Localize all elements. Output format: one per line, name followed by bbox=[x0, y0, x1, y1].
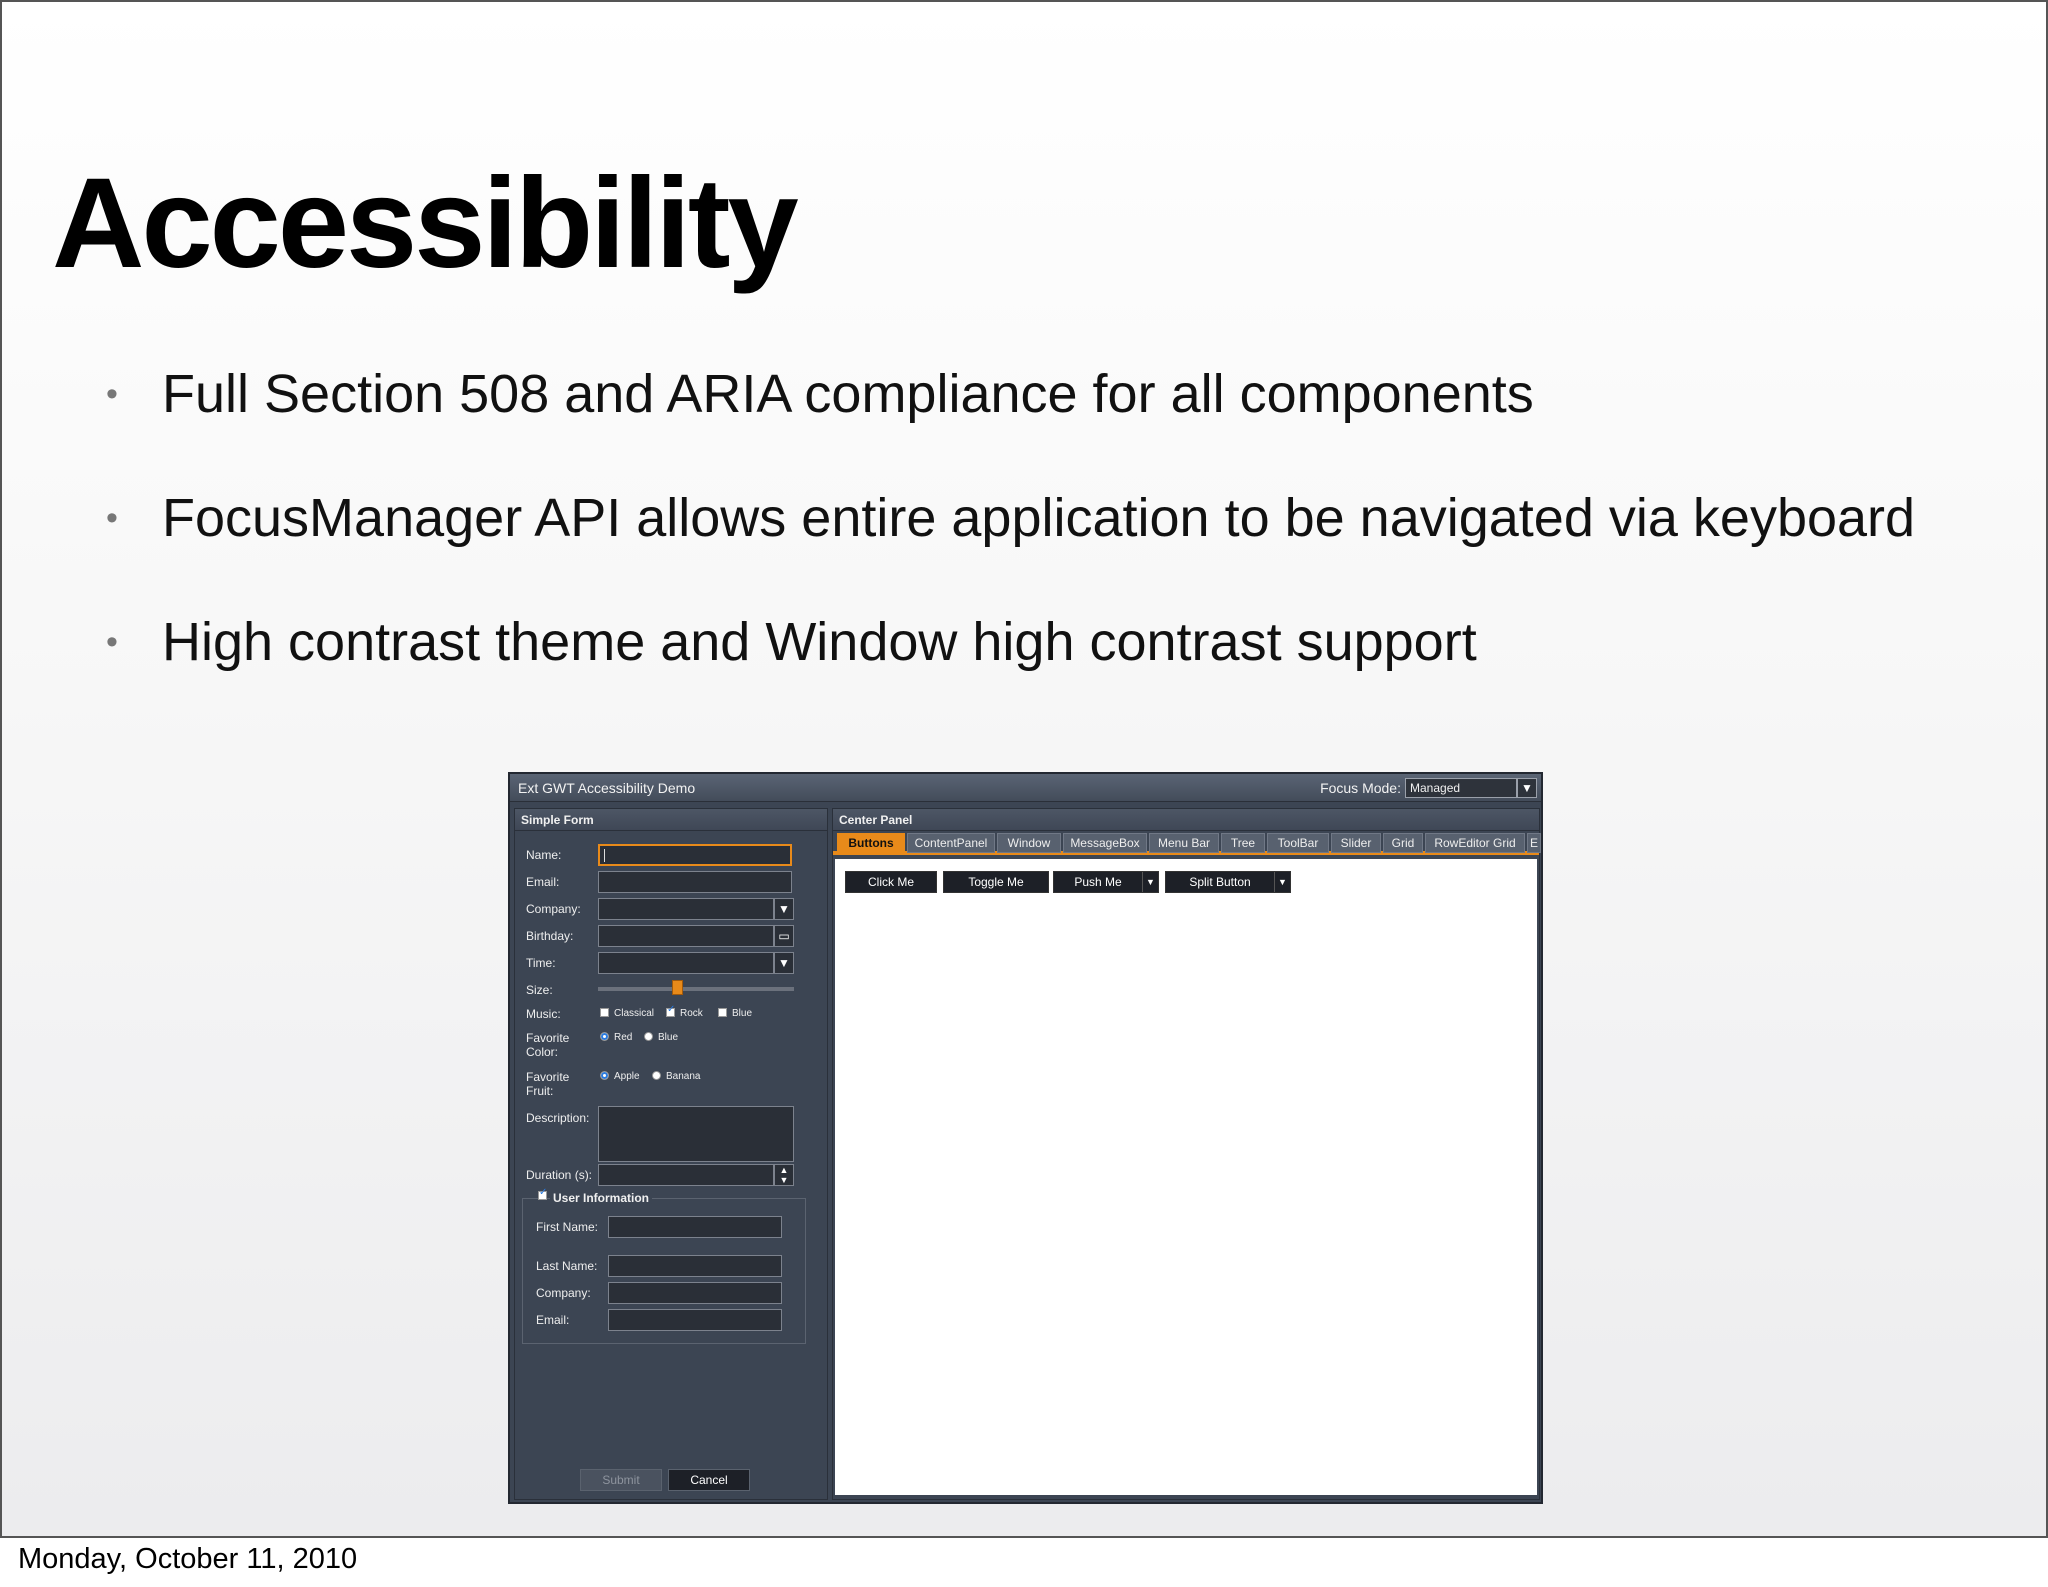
bullet-item: • FocusManager API allows entire applica… bbox=[106, 488, 2006, 612]
bullet-text: Full Section 508 and ARIA compliance for… bbox=[162, 364, 1534, 424]
focus-mode-label: Focus Mode: bbox=[1320, 780, 1401, 796]
tab-content-area: Click Me Toggle Me Push Me ▼ Split Butto… bbox=[835, 859, 1537, 1495]
push-me-button[interactable]: Push Me ▼ bbox=[1053, 871, 1159, 893]
center-panel-title: Center Panel bbox=[833, 809, 1539, 831]
bullet-dot-icon: • bbox=[106, 499, 118, 537]
tab-grid[interactable]: Grid bbox=[1383, 833, 1423, 853]
tab-menu-bar[interactable]: Menu Bar bbox=[1149, 833, 1219, 853]
tab-toolbar[interactable]: ToolBar bbox=[1267, 833, 1329, 853]
tab-bar: Buttons ContentPanel Window MessageBox M… bbox=[833, 831, 1541, 855]
bullet-list: • Full Section 508 and ARIA compliance f… bbox=[106, 364, 2006, 736]
bullet-item: • Full Section 508 and ARIA compliance f… bbox=[106, 364, 2006, 488]
tab-contentpanel[interactable]: ContentPanel bbox=[907, 833, 995, 853]
bullet-item: • High contrast theme and Window high co… bbox=[106, 612, 2006, 736]
tab-overflow[interactable]: E bbox=[1527, 833, 1541, 853]
footer-date: Monday, October 11, 2010 bbox=[18, 1543, 358, 1575]
bullet-text: FocusManager API allows entire applicati… bbox=[162, 488, 1916, 548]
chevron-down-icon[interactable]: ▼ bbox=[1517, 778, 1537, 798]
app-title: Ext GWT Accessibility Demo bbox=[518, 780, 696, 796]
slide: Accessibility • Full Section 508 and ARI… bbox=[0, 0, 2048, 1538]
split-button-label: Split Button bbox=[1189, 875, 1251, 889]
bullet-dot-icon: • bbox=[106, 623, 118, 661]
chevron-down-icon[interactable]: ▼ bbox=[1274, 872, 1290, 892]
accessibility-demo-app: Ext GWT Accessibility Demo Focus Mode: M… bbox=[508, 772, 1543, 1504]
bullet-text: High contrast theme and Window high cont… bbox=[162, 612, 1477, 672]
tab-tree[interactable]: Tree bbox=[1221, 833, 1265, 853]
simple-form-title: Simple Form bbox=[515, 809, 827, 831]
tab-roweditor-grid[interactable]: RowEditor Grid bbox=[1425, 833, 1525, 853]
toggle-me-button[interactable]: Toggle Me bbox=[943, 871, 1049, 893]
center-panel: Center Panel Buttons ContentPanel Window… bbox=[832, 808, 1541, 1500]
tab-window[interactable]: Window bbox=[997, 833, 1061, 853]
chevron-down-icon[interactable]: ▼ bbox=[1142, 872, 1158, 892]
push-me-label: Push Me bbox=[1074, 875, 1122, 889]
click-me-button[interactable]: Click Me bbox=[845, 871, 937, 893]
simple-form-panel: Simple Form bbox=[514, 808, 828, 1500]
focus-mode-select[interactable]: Managed bbox=[1405, 778, 1517, 798]
tab-slider[interactable]: Slider bbox=[1331, 833, 1381, 853]
tab-buttons[interactable]: Buttons bbox=[837, 833, 905, 853]
app-header: Ext GWT Accessibility Demo Focus Mode: M… bbox=[510, 774, 1541, 802]
bullet-dot-icon: • bbox=[106, 375, 118, 413]
split-button[interactable]: Split Button ▼ bbox=[1165, 871, 1291, 893]
slide-title: Accessibility bbox=[52, 152, 799, 295]
tab-messagebox[interactable]: MessageBox bbox=[1063, 833, 1147, 853]
